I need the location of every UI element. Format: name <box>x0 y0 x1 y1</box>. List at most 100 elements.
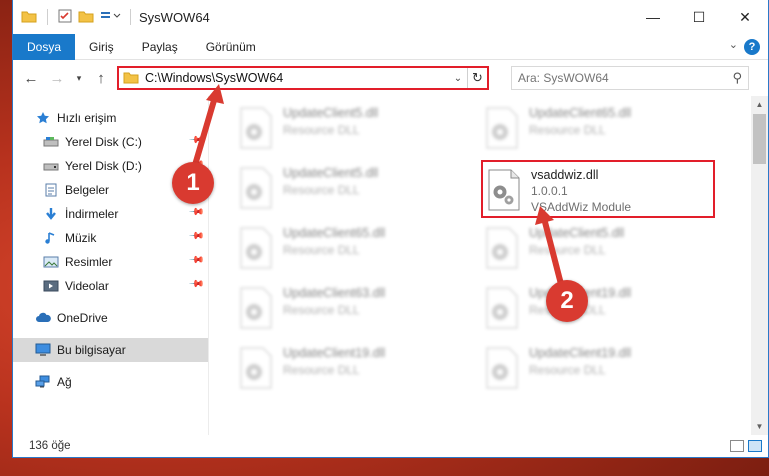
customize-toolbar-icon[interactable] <box>100 9 122 26</box>
star-icon <box>35 110 51 126</box>
nav-item-this-pc[interactable]: Bu bilgisayar <box>13 338 208 362</box>
pin-icon[interactable]: 📌 <box>187 228 204 245</box>
dll-file-icon <box>237 106 277 152</box>
tiles-view-icon[interactable] <box>748 440 762 452</box>
callout-2: 2 <box>546 280 588 322</box>
search-box[interactable]: ⚲ <box>511 66 749 90</box>
file-tile[interactable]: UpdateClient19.dllResource DLL <box>483 282 713 336</box>
up-icon[interactable]: ↑ <box>91 70 111 87</box>
scroll-down-icon[interactable]: ▼ <box>751 418 768 435</box>
dll-file-icon <box>483 226 523 272</box>
tab-home[interactable]: Giriş <box>75 34 128 60</box>
close-button[interactable]: ✕ <box>722 0 768 34</box>
file-name: UpdateClient65.dll <box>283 226 386 240</box>
nav-item-network[interactable]: Ağ <box>13 370 208 394</box>
cloud-icon <box>35 310 51 326</box>
file-type: Resource DLL <box>283 303 360 317</box>
tab-view[interactable]: Görünüm <box>192 34 270 60</box>
pin-icon[interactable]: 📌 <box>187 276 204 293</box>
file-type: Resource DLL <box>283 243 360 257</box>
dll-file-icon <box>483 106 523 152</box>
download-icon <box>43 206 59 222</box>
minimize-button[interactable]: — <box>630 0 676 34</box>
file-tile[interactable]: UpdateClient19.dll Resource DLL <box>237 342 467 396</box>
nav-item-music[interactable]: Müzik 📌 <box>13 226 208 250</box>
nav-item-label: Bu bilgisayar <box>57 343 126 357</box>
item-count: 136 öğe <box>29 440 71 452</box>
details-view-icon[interactable] <box>730 440 744 452</box>
status-bar: 136 öğe <box>13 435 768 457</box>
dll-file-icon <box>237 166 277 212</box>
scroll-up-icon[interactable]: ▲ <box>751 96 768 113</box>
dll-file-icon <box>483 346 523 392</box>
refresh-icon[interactable]: ↻ <box>467 68 487 88</box>
file-name: UpdateClient5.dll <box>283 166 379 180</box>
dll-file-icon <box>237 286 277 332</box>
help-icon[interactable]: ? <box>744 39 760 55</box>
file-tile[interactable]: UpdateClient19.dll Resource DLL <box>483 342 713 396</box>
recent-locations-icon[interactable]: ▾ <box>73 73 85 84</box>
nav-item-label: Hızlı erişim <box>57 111 117 125</box>
forward-icon[interactable]: → <box>47 70 67 87</box>
file-name: UpdateClient63.dll <box>283 286 386 300</box>
window-controls: — ☐ ✕ <box>630 0 768 34</box>
file-tile[interactable]: UpdateClient63.dll Resource DLL <box>237 282 467 336</box>
address-path[interactable]: C:\Windows\SysWOW64 <box>145 71 283 85</box>
file-tile[interactable]: UpdateClient65.dll Resource DLL <box>237 222 467 276</box>
file-type: Resource DLL <box>283 363 360 377</box>
address-bar[interactable]: C:\Windows\SysWOW64 ⌄ ↻ <box>117 66 489 90</box>
dll-file-icon <box>237 346 277 392</box>
callout-1: 1 <box>172 162 214 204</box>
file-tile[interactable]: UpdateClient5.dll Resource DLL <box>483 222 713 276</box>
nav-item-label: Resimler <box>65 255 113 269</box>
window-title: SysWOW64 <box>139 9 210 25</box>
dll-file-icon <box>485 168 525 214</box>
nav-item-onedrive[interactable]: OneDrive <box>13 306 208 330</box>
file-tile-vsaddwiz[interactable]: vsaddwiz.dll 1.0.0.1 VSAddWiz Module <box>481 160 715 218</box>
pin-icon[interactable]: 📌 <box>187 252 204 269</box>
drive-icon <box>43 158 59 174</box>
file-name: UpdateClient19.dll <box>283 346 386 360</box>
documents-icon <box>43 182 59 198</box>
nav-item-quick-access[interactable]: Hızlı erişim <box>13 106 208 130</box>
nav-item-label: Videolar <box>65 279 109 293</box>
nav-item-videos[interactable]: Videolar 📌 <box>13 274 208 298</box>
file-tile[interactable]: UpdateClient5.dll Resource DLL <box>237 102 467 156</box>
expand-ribbon-icon[interactable]: ⌄ <box>729 38 738 51</box>
folder-icon[interactable] <box>21 9 37 26</box>
navigation-pane: Hızlı erişim Yerel Disk (C:) 📌 Yerel Dis… <box>13 96 209 435</box>
file-type: Resource DLL <box>283 183 360 197</box>
vertical-scrollbar[interactable]: ▲ ▼ <box>751 96 768 435</box>
drive-icon <box>43 134 59 150</box>
file-description: VSAddWiz Module <box>531 200 632 214</box>
search-icon[interactable]: ⚲ <box>732 70 742 86</box>
nav-item-pictures[interactable]: Resimler 📌 <box>13 250 208 274</box>
properties-icon[interactable] <box>58 9 72 26</box>
new-folder-icon[interactable] <box>78 9 94 26</box>
file-name: vsaddwiz.dll <box>531 168 599 182</box>
tab-file[interactable]: Dosya <box>13 33 76 60</box>
pin-icon[interactable]: 📌 <box>187 132 204 149</box>
pictures-icon <box>43 254 59 270</box>
view-switcher <box>730 440 768 452</box>
explorer-window: SysWOW64 — ☐ ✕ Dosya Giriş Paylaş Görünü… <box>12 0 769 458</box>
quick-access-toolbar <box>13 9 122 26</box>
nav-item-label: Ağ <box>57 375 72 389</box>
file-tile[interactable]: UpdateClient5.dll Resource DLL <box>237 162 467 216</box>
nav-item-local-disk-c[interactable]: Yerel Disk (C:) 📌 <box>13 130 208 154</box>
file-list: UpdateClient5.dll Resource DLL UpdateClie… <box>209 96 768 435</box>
file-type: Resource DLL <box>529 363 606 377</box>
scroll-thumb[interactable] <box>753 114 766 164</box>
search-input[interactable] <box>518 71 733 85</box>
file-name: UpdateClient19.dll <box>529 346 632 360</box>
file-name: UpdateClient5.dll <box>283 106 379 120</box>
file-name: UpdateClient65.dll <box>529 106 632 120</box>
nav-item-label: Belgeler <box>65 183 110 197</box>
back-icon[interactable]: ← <box>21 70 41 87</box>
maximize-button[interactable]: ☐ <box>676 0 722 34</box>
nav-item-downloads[interactable]: İndirmeler 📌 <box>13 202 208 226</box>
pin-icon[interactable]: 📌 <box>187 204 204 221</box>
file-tile[interactable]: UpdateClient65.dll Resource DLL <box>483 102 713 156</box>
address-dropdown-icon[interactable]: ⌄ <box>449 73 467 84</box>
tab-share[interactable]: Paylaş <box>128 34 192 60</box>
